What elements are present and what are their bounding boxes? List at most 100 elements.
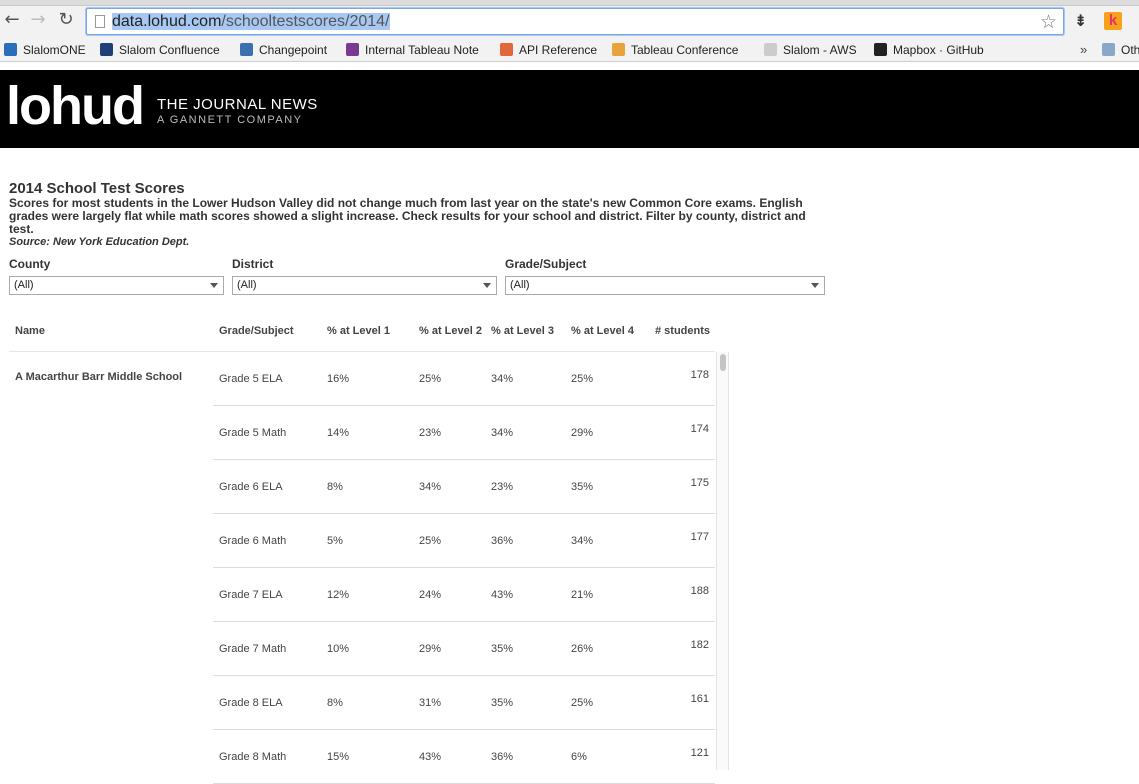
bookmark-star-icon[interactable]: ☆ xyxy=(1040,11,1057,33)
bookmark-label: Changepoint xyxy=(259,43,328,57)
cell-level-4: 26% xyxy=(571,643,594,655)
table-row[interactable]: Grade 7 Math 10% 29% 35% 26% 182 xyxy=(213,622,715,676)
cell-grade-subject: Grade 6 ELA xyxy=(219,481,283,493)
chevron-down-icon xyxy=(210,283,218,288)
column-header-level-2[interactable]: % at Level 2 xyxy=(419,325,482,337)
cell-level-3: 36% xyxy=(491,535,514,547)
table-row[interactable]: Grade 6 Math 5% 25% 36% 34% 177 xyxy=(213,514,715,568)
bookmark-label: API Reference xyxy=(519,43,598,57)
extension-icon[interactable]: ⇟ xyxy=(1074,12,1090,30)
column-header-level-3[interactable]: % at Level 3 xyxy=(491,325,554,337)
cell-level-3: 23% xyxy=(491,481,514,493)
table-row[interactable]: Grade 5 Math 14% 23% 34% 29% 174 xyxy=(213,406,715,460)
source-note: Source: New York Education Dept. xyxy=(9,236,190,248)
school-name[interactable]: A Macarthur Barr Middle School xyxy=(15,371,182,383)
cell-level-4: 35% xyxy=(571,481,594,493)
cell-grade-subject: Grade 6 Math xyxy=(219,535,287,547)
cell-level-1: 8% xyxy=(327,697,343,709)
bookmark-label: Oth xyxy=(1121,43,1139,57)
cell-level-3: 35% xyxy=(491,643,514,655)
table-row[interactable]: Grade 8 ELA 8% 31% 35% 25% 161 xyxy=(213,676,715,730)
bookmark-item[interactable]: Tableau Conference xyxy=(612,42,738,58)
site-header: lohud THE JOURNAL NEWS A GANNETT COMPANY xyxy=(0,70,1139,148)
bookmark-label: Slalom Confluence xyxy=(119,43,220,57)
site-logo[interactable]: lohud xyxy=(6,76,145,136)
cell-level-1: 16% xyxy=(327,373,350,385)
cell-level-2: 43% xyxy=(419,751,442,763)
bookmark-item[interactable]: Slalom Confluence xyxy=(100,42,220,58)
cell-grade-subject: Grade 5 Math xyxy=(219,427,287,439)
scrollbar-thumb[interactable] xyxy=(720,354,726,371)
cell-level-1: 15% xyxy=(327,751,350,763)
table-row[interactable]: Grade 5 ELA 16% 25% 34% 25% 178 xyxy=(213,352,715,406)
cell-students: 178 xyxy=(690,369,709,381)
bookmark-favicon-icon xyxy=(612,43,625,56)
brand-tagline: A GANNETT COMPANY xyxy=(157,114,303,126)
page-title: 2014 School Test Scores xyxy=(9,180,185,197)
cell-level-2: 25% xyxy=(419,373,442,385)
page-icon xyxy=(95,15,105,28)
cell-level-1: 12% xyxy=(327,589,350,601)
bookmark-label: Tableau Conference xyxy=(631,43,739,57)
bookmark-item[interactable]: API Reference xyxy=(500,42,597,58)
cell-level-2: 23% xyxy=(419,427,442,439)
browser-toolbar: ← → ↻ data.lohud.com/schooltestscores/20… xyxy=(0,0,1139,38)
cell-students: 175 xyxy=(690,477,709,489)
bookmark-favicon-icon xyxy=(100,43,113,56)
bookmarks-bar: SlalomONE Slalom Confluence Changepoint Int… xyxy=(0,38,1139,62)
bookmark-item[interactable]: Internal Tableau Note xyxy=(346,42,479,58)
page-description: Scores for most students in the Lower Hu… xyxy=(9,196,806,236)
forward-icon[interactable]: → xyxy=(28,10,48,30)
bookmark-label: Slalom - AWS xyxy=(783,43,857,57)
grade-subject-filter-label: Grade/Subject xyxy=(505,257,587,271)
county-select[interactable]: (All) xyxy=(9,276,224,295)
bookmarks-overflow-button[interactable]: » xyxy=(1080,42,1087,57)
table-scrollbar[interactable] xyxy=(716,352,729,770)
cell-students: 177 xyxy=(690,531,709,543)
chevron-down-icon xyxy=(483,283,491,288)
column-header-students[interactable]: # students xyxy=(655,325,710,337)
bookmark-label: Mapbox · GitHub xyxy=(893,43,984,57)
cell-level-1: 5% xyxy=(327,535,343,547)
url-text[interactable]: data.lohud.com/schooltestscores/2014/ xyxy=(112,13,390,31)
table-row[interactable]: Grade 7 ELA 12% 24% 43% 21% 188 xyxy=(213,568,715,622)
cell-level-1: 10% xyxy=(327,643,350,655)
cell-level-3: 34% xyxy=(491,427,514,439)
column-header-level-1[interactable]: % at Level 1 xyxy=(327,325,390,337)
bookmark-item[interactable]: Changepoint xyxy=(240,42,327,58)
cell-level-3: 34% xyxy=(491,373,514,385)
bookmark-item[interactable]: Slalom - AWS xyxy=(764,42,857,58)
cell-grade-subject: Grade 8 ELA xyxy=(219,697,283,709)
cell-level-4: 21% xyxy=(571,589,594,601)
bookmark-item[interactable]: SlalomONE xyxy=(4,42,86,58)
cell-level-2: 34% xyxy=(419,481,442,493)
back-icon[interactable]: ← xyxy=(2,10,22,30)
reload-icon[interactable]: ↻ xyxy=(56,10,76,30)
cell-students: 174 xyxy=(690,423,709,435)
district-select[interactable]: (All) xyxy=(232,276,497,295)
county-filter-label: County xyxy=(9,257,51,271)
grade-subject-select[interactable]: (All) xyxy=(505,276,825,295)
bookmark-item[interactable]: Mapbox · GitHub xyxy=(874,42,984,58)
cell-grade-subject: Grade 5 ELA xyxy=(219,373,283,385)
cell-students: 182 xyxy=(690,639,709,651)
cell-level-1: 14% xyxy=(327,427,350,439)
chevron-down-icon xyxy=(811,283,819,288)
table-row[interactable]: Grade 8 Math 15% 43% 36% 6% 121 xyxy=(213,730,715,784)
bookmark-favicon-icon xyxy=(346,43,359,56)
column-header-grade-subject[interactable]: Grade/Subject xyxy=(219,325,294,337)
extension-k-icon[interactable]: k xyxy=(1104,12,1122,30)
cell-level-2: 24% xyxy=(419,589,442,601)
bookmark-favicon-icon xyxy=(500,43,513,56)
address-bar[interactable]: data.lohud.com/schooltestscores/2014/ ☆ xyxy=(86,8,1064,35)
bookmark-item[interactable]: Oth xyxy=(1102,42,1139,58)
county-select-value: (All) xyxy=(14,279,34,291)
column-header-name[interactable]: Name xyxy=(15,325,45,337)
bookmark-favicon-icon xyxy=(240,43,253,56)
table-row[interactable]: Grade 6 ELA 8% 34% 23% 35% 175 xyxy=(213,460,715,514)
cell-level-4: 34% xyxy=(571,535,594,547)
grade-subject-select-value: (All) xyxy=(510,279,530,291)
brand-name: THE JOURNAL NEWS xyxy=(157,96,318,113)
column-header-level-4[interactable]: % at Level 4 xyxy=(571,325,634,337)
cell-level-2: 31% xyxy=(419,697,442,709)
